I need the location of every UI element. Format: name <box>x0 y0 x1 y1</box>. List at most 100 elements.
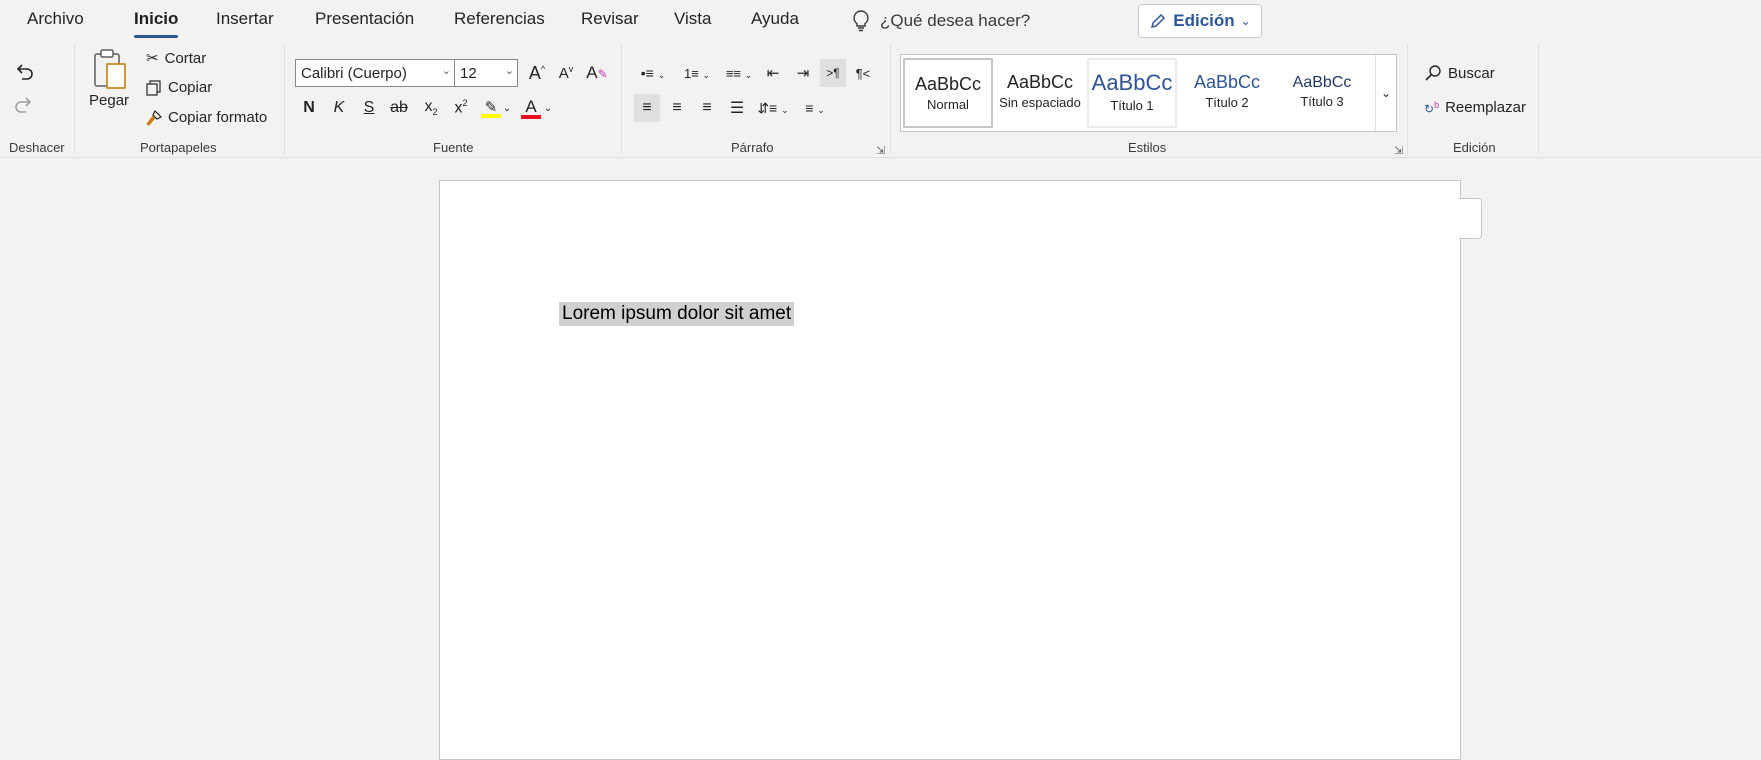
tell-me-text: ¿Qué desea hacer? <box>880 11 1031 30</box>
copy-button[interactable]: Copiar <box>146 79 212 96</box>
group-label-clipboard: Portapapeles <box>140 140 217 155</box>
strikethrough-button[interactable]: ab <box>386 94 412 122</box>
bullets-icon[interactable]: •≡ ⌄ <box>634 59 672 87</box>
style-sample: AaBbCc <box>914 74 982 94</box>
show-formatting-icon[interactable]: ¶< <box>850 59 876 87</box>
group-label-paragraph: Párrafo <box>731 140 774 155</box>
group-separator <box>1407 44 1408 154</box>
italic-button[interactable]: K <box>326 94 352 122</box>
font-name-select[interactable]: Calibri (Cuerpo) ⌄ <box>295 59 455 87</box>
style-sin-espaciado[interactable]: AaBbCc Sin espaciado <box>995 58 1085 128</box>
align-left-icon[interactable]: ≡ <box>634 94 660 122</box>
cut-label: Cortar <box>164 49 207 67</box>
paste-icon <box>94 49 126 89</box>
group-label-editing: Edición <box>1453 140 1496 155</box>
numbering-icon[interactable]: 1≡ ⌄ <box>678 59 716 87</box>
style-name: Título 1 <box>1110 98 1154 113</box>
font-color-icon: A <box>525 96 537 116</box>
chevron-down-icon: ⌄ <box>1240 14 1251 28</box>
format-painter-button[interactable]: Copiar formato <box>146 109 267 126</box>
cut-button[interactable]: ✂ Cortar <box>146 49 207 68</box>
replace-icon: ↻b <box>1424 99 1440 116</box>
paintbrush-icon <box>146 109 162 126</box>
tab-ayuda[interactable]: Ayuda <box>751 9 799 29</box>
increase-indent-icon[interactable]: ⇥ <box>790 59 816 87</box>
justify-icon[interactable]: ☰ <box>724 94 750 122</box>
styles-gallery: AaBbCc Normal AaBbCc Sin espaciado AaBbC… <box>900 54 1397 132</box>
style-name: Título 2 <box>1205 95 1249 110</box>
format-painter-label: Copiar formato <box>168 109 268 126</box>
find-button[interactable]: Buscar <box>1424 64 1495 82</box>
grow-font-icon[interactable]: A^ <box>524 59 550 87</box>
style-name: Sin espaciado <box>999 95 1081 110</box>
lightbulb-icon <box>853 10 869 32</box>
editing-mode-label: Edición <box>1173 11 1235 30</box>
ribbon: Deshacer Pegar ✂ Cortar Copiar Copiar fo… <box>0 42 1761 158</box>
group-label-font: Fuente <box>433 140 474 155</box>
style-name: Título 3 <box>1300 94 1344 109</box>
font-size-select[interactable]: 12 ⌄ <box>454 59 518 87</box>
style-titulo-2[interactable]: AaBbCc Título 2 <box>1182 58 1272 128</box>
bold-button[interactable]: N <box>296 94 322 122</box>
align-right-icon[interactable]: ≡ <box>694 94 720 122</box>
selected-document-text[interactable]: Lorem ipsum dolor sit amet <box>559 302 795 326</box>
align-center-icon[interactable]: ≡ <box>664 94 690 122</box>
copy-icon <box>146 79 161 96</box>
decrease-indent-icon[interactable]: ⇤ <box>760 59 786 87</box>
style-sample: AaBbCc <box>1193 72 1261 92</box>
find-label: Buscar <box>1448 64 1495 82</box>
paste-button[interactable]: Pegar <box>89 48 129 109</box>
group-separator <box>284 44 285 154</box>
document-page[interactable] <box>439 180 1461 760</box>
tell-me-search[interactable]: ¿Qué desea hacer? <box>852 8 1030 34</box>
ltr-direction-icon[interactable]: >¶ <box>820 59 846 87</box>
style-sample: AaBbCc <box>1091 70 1173 95</box>
line-spacing-icon[interactable]: ⇵≡ ⌄ <box>754 94 792 122</box>
tab-vista[interactable]: Vista <box>674 9 712 29</box>
editing-mode-button[interactable]: Edición ⌄ <box>1138 4 1262 38</box>
style-sample: AaBbCc <box>1292 74 1352 91</box>
replace-button[interactable]: ↻b Reemplazar <box>1424 99 1526 116</box>
replace-label: Reemplazar <box>1445 99 1526 116</box>
clear-formatting-icon[interactable]: A✎ <box>584 59 610 87</box>
multilevel-list-icon[interactable]: ≡≡ ⌄ <box>720 59 758 87</box>
chevron-down-icon: ⌄ <box>441 65 451 77</box>
comments-pane-tab[interactable] <box>1459 198 1482 239</box>
tab-presentacion[interactable]: Presentación <box>315 9 414 29</box>
group-separator <box>74 44 75 154</box>
paste-label: Pegar <box>89 92 130 109</box>
group-separator <box>1538 44 1539 154</box>
shrink-font-icon[interactable]: Av <box>553 59 579 87</box>
dialog-launcher-icon[interactable]: ⇲ <box>876 144 885 157</box>
font-color-swatch <box>521 114 541 119</box>
group-label-styles: Estilos <box>1128 140 1167 155</box>
tab-referencias[interactable]: Referencias <box>454 9 545 29</box>
paragraph-spacing-icon[interactable]: ≡ ⌄ <box>796 94 834 122</box>
superscript-icon[interactable]: x2 <box>448 94 474 122</box>
style-name: Normal <box>927 97 969 112</box>
style-titulo-1[interactable]: AaBbCc Título 1 <box>1087 58 1177 128</box>
style-sample: AaBbCc <box>1006 72 1074 92</box>
style-normal[interactable]: AaBbCc Normal <box>903 58 993 128</box>
highlight-color-swatch <box>481 114 501 118</box>
undo-icon[interactable] <box>11 57 37 85</box>
subscript-icon[interactable]: x2 <box>418 94 444 122</box>
font-name-value: Calibri (Cuerpo) <box>301 64 407 82</box>
group-label-undo: Deshacer <box>9 140 65 155</box>
redo-icon[interactable] <box>11 90 37 118</box>
search-icon <box>1425 65 1441 81</box>
tab-revisar[interactable]: Revisar <box>581 9 639 29</box>
chevron-down-icon[interactable]: ⌄ <box>500 94 514 122</box>
chevron-down-icon: ⌄ <box>504 65 514 77</box>
style-titulo-3[interactable]: AaBbCc Título 3 <box>1277 58 1367 128</box>
scissors-icon: ✂ <box>146 50 159 67</box>
group-separator <box>890 44 891 154</box>
dialog-launcher-icon[interactable]: ⇲ <box>1394 144 1403 157</box>
pencil-icon <box>1151 13 1166 29</box>
chevron-down-icon[interactable]: ⌄ <box>541 94 555 122</box>
tab-inicio[interactable]: Inicio <box>134 9 179 38</box>
styles-more-chevron-icon[interactable]: ⌄ <box>1375 55 1396 131</box>
tab-archivo[interactable]: Archivo <box>27 9 84 29</box>
underline-button[interactable]: S <box>356 94 382 122</box>
tab-insertar[interactable]: Insertar <box>216 9 274 29</box>
